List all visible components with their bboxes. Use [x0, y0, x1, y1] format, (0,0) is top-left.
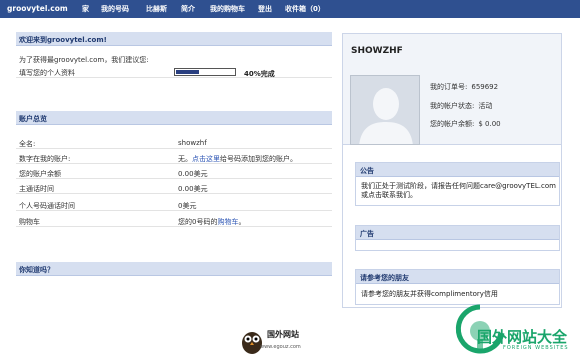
nav-home[interactable]: 家 [82, 4, 89, 14]
did-you-know-title: 你知道吗？ [19, 266, 54, 274]
footer-logo: 国外网站 www.egouz.com [240, 325, 360, 360]
welcome-header: 欢迎来到groovytel.com! [16, 32, 332, 46]
progress-text: 40%完成 [244, 70, 275, 78]
footer-site-url: www.egouz.com [260, 344, 301, 350]
account-row-label: 购物车 [19, 218, 40, 226]
add-number-link[interactable]: 点击这里 [192, 155, 220, 163]
welcome-title: 欢迎来到groovytel.com! [19, 36, 107, 44]
welcome-subtitle-row: 为了获得最groovytel.com，我们建议您: [16, 52, 332, 65]
account-row-label: 主通话时间 [19, 185, 54, 193]
account-row: 主通话时间 0.00美元 [16, 181, 332, 194]
account-status: 活动 [478, 102, 493, 110]
account-balance-line: 您的帐户余额: $ 0.00 [430, 120, 501, 128]
account-balance: $ 0.00 [478, 120, 501, 128]
welcome-subtitle: 为了获得最groovytel.com，我们建议您: [19, 56, 149, 64]
account-row-value: 0.00美元 [178, 185, 208, 193]
watermark: 国外网站大全 FOREIGN WEBSITES [455, 303, 580, 362]
order-number: 659692 [471, 83, 499, 91]
account-header: 账户总览 [16, 111, 332, 125]
ads-panel: 广告 [355, 225, 560, 251]
account-row-label: 您的账户余额 [19, 170, 61, 178]
notice-title: 公告 [360, 167, 374, 175]
account-row: 购物车 您的0号码的购物车。 [16, 214, 332, 227]
refer-friends-text: 请参考您的朋友并获得complimentory信用 [361, 290, 498, 298]
fill-profile-link[interactable]: 填写您的个人资料 [19, 68, 75, 78]
refer-friends-title: 请参考您的朋友 [360, 274, 409, 282]
account-row: 您的账户余额 0.00美元 [16, 166, 332, 179]
account-row-value: 0美元 [178, 202, 197, 210]
nav-rates[interactable]: 比赫斯 [146, 4, 167, 14]
default-avatar-icon [351, 76, 419, 144]
footer-site-name: 国外网站 [267, 330, 299, 339]
did-you-know-header: 你知道吗？ [16, 262, 332, 276]
account-row-value: 0.00美元 [178, 170, 208, 178]
refer-friends-panel: 请参考您的朋友 请参考您的朋友并获得complimentory信用 [355, 269, 560, 305]
account-row-value: showzhf [178, 139, 207, 147]
profile-name: SHOWZHF [351, 46, 403, 56]
top-navbar: groovytel.com 家 我的号码 比赫斯 简介 我的购物车 登出 收件箱… [0, 0, 580, 18]
owl-logo-icon [242, 332, 262, 354]
avatar [350, 75, 420, 145]
refer-friends-header: 请参考您的朋友 [356, 270, 559, 284]
nav-cart[interactable]: 我的购物车 [210, 4, 245, 14]
account-row: 个人号码通话时间 0美元 [16, 198, 332, 211]
account-row-label: 个人号码通话时间 [19, 202, 75, 210]
account-status-line: 我的帐户状态: 活动 [430, 102, 493, 110]
account-row: 全名: showzhf [16, 136, 332, 149]
notice-line-2: 或点击联系我们。 [361, 191, 417, 199]
ads-title: 广告 [360, 230, 374, 238]
account-row: 数字在我的账户: 无。点击这里给号码添加到您的账户。 [16, 151, 332, 164]
notice-panel: 公告 我们正处于测试阶段，请报告任何问题care@groovyTEL.com 或… [355, 162, 560, 206]
account-row-value: 您的0号码的购物车。 [178, 218, 246, 226]
account-row-label: 数字在我的账户: [19, 155, 71, 163]
profile-progress-bar [174, 68, 236, 76]
progress-fill [176, 70, 199, 74]
notice-header: 公告 [356, 163, 559, 177]
brand-logo[interactable]: groovytel.com [7, 4, 68, 13]
notice-line-1: 我们正处于测试阶段，请报告任何问题care@groovyTEL.com [361, 182, 556, 190]
nav-logout[interactable]: 登出 [258, 4, 272, 14]
account-row-label: 全名: [19, 140, 36, 148]
ads-header: 广告 [356, 226, 559, 240]
nav-about[interactable]: 简介 [181, 4, 195, 14]
nav-inbox[interactable]: 收件箱（0） [285, 4, 325, 14]
nav-my-numbers[interactable]: 我的号码 [101, 4, 129, 14]
account-title: 账户总览 [19, 115, 47, 123]
notice-body: 我们正处于测试阶段，请报告任何问题care@groovyTEL.com 或点击联… [361, 182, 556, 200]
order-number-line: 我的订单号: 659692 [430, 83, 499, 91]
watermark-title: 国外网站大全 [477, 328, 568, 346]
watermark-subtitle: FOREIGN WEBSITES [503, 345, 569, 351]
account-row-value: 无。点击这里给号码添加到您的账户。 [178, 155, 297, 163]
cart-link[interactable]: 购物车 [217, 218, 238, 226]
